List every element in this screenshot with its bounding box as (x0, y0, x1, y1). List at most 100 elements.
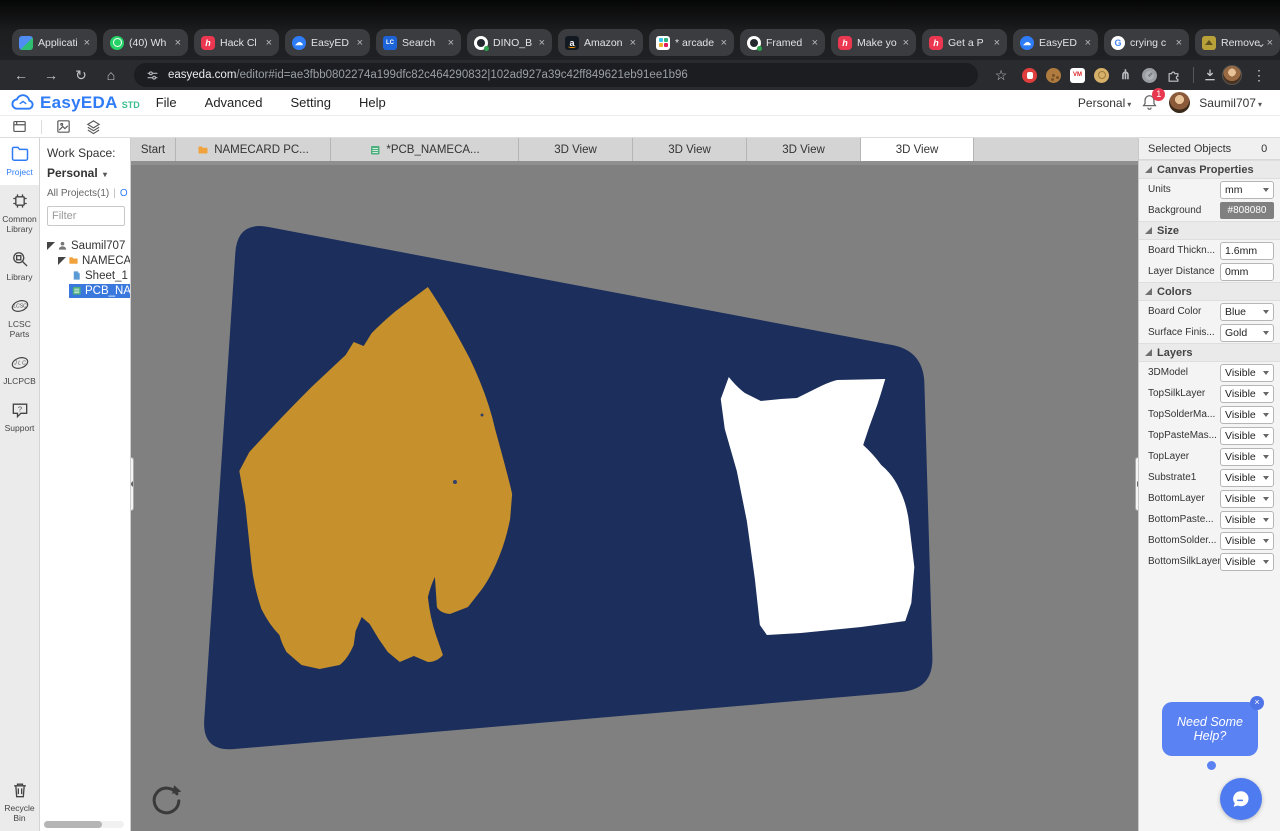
bottompaste-select[interactable]: Visible (1220, 511, 1274, 529)
sidebar-item-lcsc-parts[interactable]: LCSCLCSC Parts (0, 290, 39, 347)
browser-tab[interactable]: ☁EasyED× (1013, 29, 1098, 56)
bottomsilklayer-select[interactable]: Visible (1220, 553, 1274, 571)
section-layers[interactable]: Layers (1139, 343, 1280, 362)
workspace-dropdown[interactable]: Personal▾ (1078, 96, 1131, 110)
extensions-puzzle-icon[interactable] (1166, 68, 1181, 83)
document-tab[interactable]: 3D View (633, 138, 747, 161)
bottomsolder-select[interactable]: Visible (1220, 532, 1274, 550)
tab-close-icon[interactable]: × (1176, 37, 1182, 49)
browser-tab[interactable]: hMake yo× (831, 29, 916, 56)
browser-tab[interactable]: hHack Cl× (194, 29, 279, 56)
tab-close-icon[interactable]: × (448, 37, 454, 49)
tree-expander-icon[interactable] (47, 242, 55, 250)
browser-tab[interactable]: * arcade× (649, 29, 734, 56)
tab-close-icon[interactable]: × (357, 37, 363, 49)
bookmark-star-icon[interactable]: ☆ (988, 67, 1014, 84)
section-size[interactable]: Size (1139, 221, 1280, 240)
home-button[interactable]: ⌂ (98, 67, 124, 83)
background-color-swatch[interactable]: #808080 (1220, 202, 1274, 219)
url-text[interactable]: easyeda.com/editor#id=ae3fbb0802274a199d… (168, 69, 688, 81)
menu-advanced[interactable]: Advanced (205, 95, 263, 110)
browser-tab[interactable]: Applicati× (12, 29, 97, 56)
document-tab[interactable]: Start (131, 138, 176, 161)
help-bubble[interactable]: Need Some Help? × (1162, 702, 1258, 756)
tab-close-icon[interactable]: × (1267, 37, 1273, 49)
sidebar-item-recycle-bin[interactable]: Recycle Bin (0, 774, 39, 831)
reload-button[interactable]: ↻ (68, 67, 94, 84)
3dmodel-select[interactable]: Visible (1220, 364, 1274, 382)
tab-close-icon[interactable]: × (539, 37, 545, 49)
browser-tab[interactable]: Framed× (740, 29, 825, 56)
sidebar-item-support[interactable]: ?Support (0, 394, 39, 441)
document-tab[interactable]: NAMECARD PC... (176, 138, 331, 161)
board-thickn-input[interactable]: 1.6mm (1220, 242, 1274, 260)
layer-distance-input[interactable]: 0mm (1220, 263, 1274, 281)
browser-tab[interactable]: DINO_B× (467, 29, 552, 56)
vm-extension-icon[interactable]: VM (1070, 68, 1085, 83)
chat-button[interactable] (1220, 778, 1262, 820)
section-colors[interactable]: Colors (1139, 282, 1280, 301)
units-select[interactable]: mm (1220, 181, 1274, 199)
bottomlayer-select[interactable]: Visible (1220, 490, 1274, 508)
address-bar[interactable]: easyeda.com/editor#id=ae3fbb0802274a199d… (134, 63, 978, 87)
board-color-select[interactable]: Blue (1220, 303, 1274, 321)
tree-item-sheet-1[interactable]: Sheet_1 (47, 268, 130, 283)
document-tab[interactable]: 3D View (747, 138, 861, 161)
sidebar-item-project[interactable]: Project (0, 138, 39, 185)
toplayer-select[interactable]: Visible (1220, 448, 1274, 466)
browser-tab[interactable]: LCSearch× (376, 29, 461, 56)
sidebar-item-jlcpcb[interactable]: J L CJLCPCB (0, 347, 39, 394)
save-icon[interactable] (11, 118, 28, 135)
back-button[interactable]: ← (8, 67, 34, 83)
close-icon[interactable]: × (1250, 696, 1264, 710)
account-dropdown[interactable]: Saumil707▾ (1199, 96, 1262, 110)
horizontal-scrollbar[interactable] (44, 821, 124, 828)
collapse-right-panel-handle[interactable] (1135, 457, 1138, 511)
user-avatar[interactable] (1169, 92, 1190, 113)
tree-item-namecard-f[interactable]: NAMECARD F (47, 253, 130, 268)
claw-extension-icon[interactable]: ⋔ (1118, 68, 1133, 83)
workspace-selector[interactable]: Personal ▾ (47, 166, 130, 180)
layers-icon[interactable] (85, 118, 102, 135)
all-projects-label[interactable]: All Projects(1) (47, 188, 109, 199)
tab-overflow-chevron-icon[interactable]: ⌄ (1256, 36, 1266, 50)
export-image-icon[interactable] (55, 118, 72, 135)
gold-extension-icon[interactable] (1094, 68, 1109, 83)
project-filter-input[interactable] (47, 206, 125, 226)
tab-close-icon[interactable]: × (994, 37, 1000, 49)
document-tab[interactable]: 3D View (519, 138, 633, 161)
topsilklayer-select[interactable]: Visible (1220, 385, 1274, 403)
open-project-link[interactable]: O (120, 188, 128, 199)
tab-close-icon[interactable]: × (266, 37, 272, 49)
tab-close-icon[interactable]: × (175, 37, 181, 49)
menu-setting[interactable]: Setting (290, 95, 330, 110)
tree-item-pcb-namec[interactable]: PCB_NAMEC (47, 283, 130, 298)
tree-item-saumil707[interactable]: Saumil707 (47, 238, 130, 253)
rotate-view-icon[interactable] (147, 781, 185, 819)
tab-close-icon[interactable]: × (630, 37, 636, 49)
browser-tab[interactable]: ☁EasyED× (285, 29, 370, 56)
menu-file[interactable]: File (156, 95, 177, 110)
downloads-icon[interactable] (1202, 67, 1218, 83)
tab-close-icon[interactable]: × (903, 37, 909, 49)
browser-menu-kebab-icon[interactable]: ⋮ (1246, 67, 1272, 84)
substrate1-select[interactable]: Visible (1220, 469, 1274, 487)
sidebar-item-common-library[interactable]: Common Library (0, 185, 39, 242)
notifications-button[interactable]: 1 (1140, 93, 1160, 113)
globe-extension-icon[interactable] (1142, 68, 1157, 83)
3d-viewport[interactable] (131, 165, 1138, 831)
site-settings-icon[interactable] (146, 69, 159, 82)
tab-close-icon[interactable]: × (812, 37, 818, 49)
adblocker-extension-icon[interactable] (1022, 68, 1037, 83)
browser-tab[interactable]: hGet a P× (922, 29, 1007, 56)
pcb-3d-render[interactable] (131, 165, 1138, 831)
surface-finis-select[interactable]: Gold (1220, 324, 1274, 342)
browser-tab[interactable]: aAmazon× (558, 29, 643, 56)
forward-button[interactable]: → (38, 67, 64, 83)
sidebar-item-library[interactable]: Library (0, 243, 39, 290)
toppastemas-select[interactable]: Visible (1220, 427, 1274, 445)
menu-help[interactable]: Help (359, 95, 386, 110)
browser-tab[interactable]: Gcrying c× (1104, 29, 1189, 56)
browser-tab[interactable]: (40) Wh× (103, 29, 188, 56)
tab-close-icon[interactable]: × (721, 37, 727, 49)
